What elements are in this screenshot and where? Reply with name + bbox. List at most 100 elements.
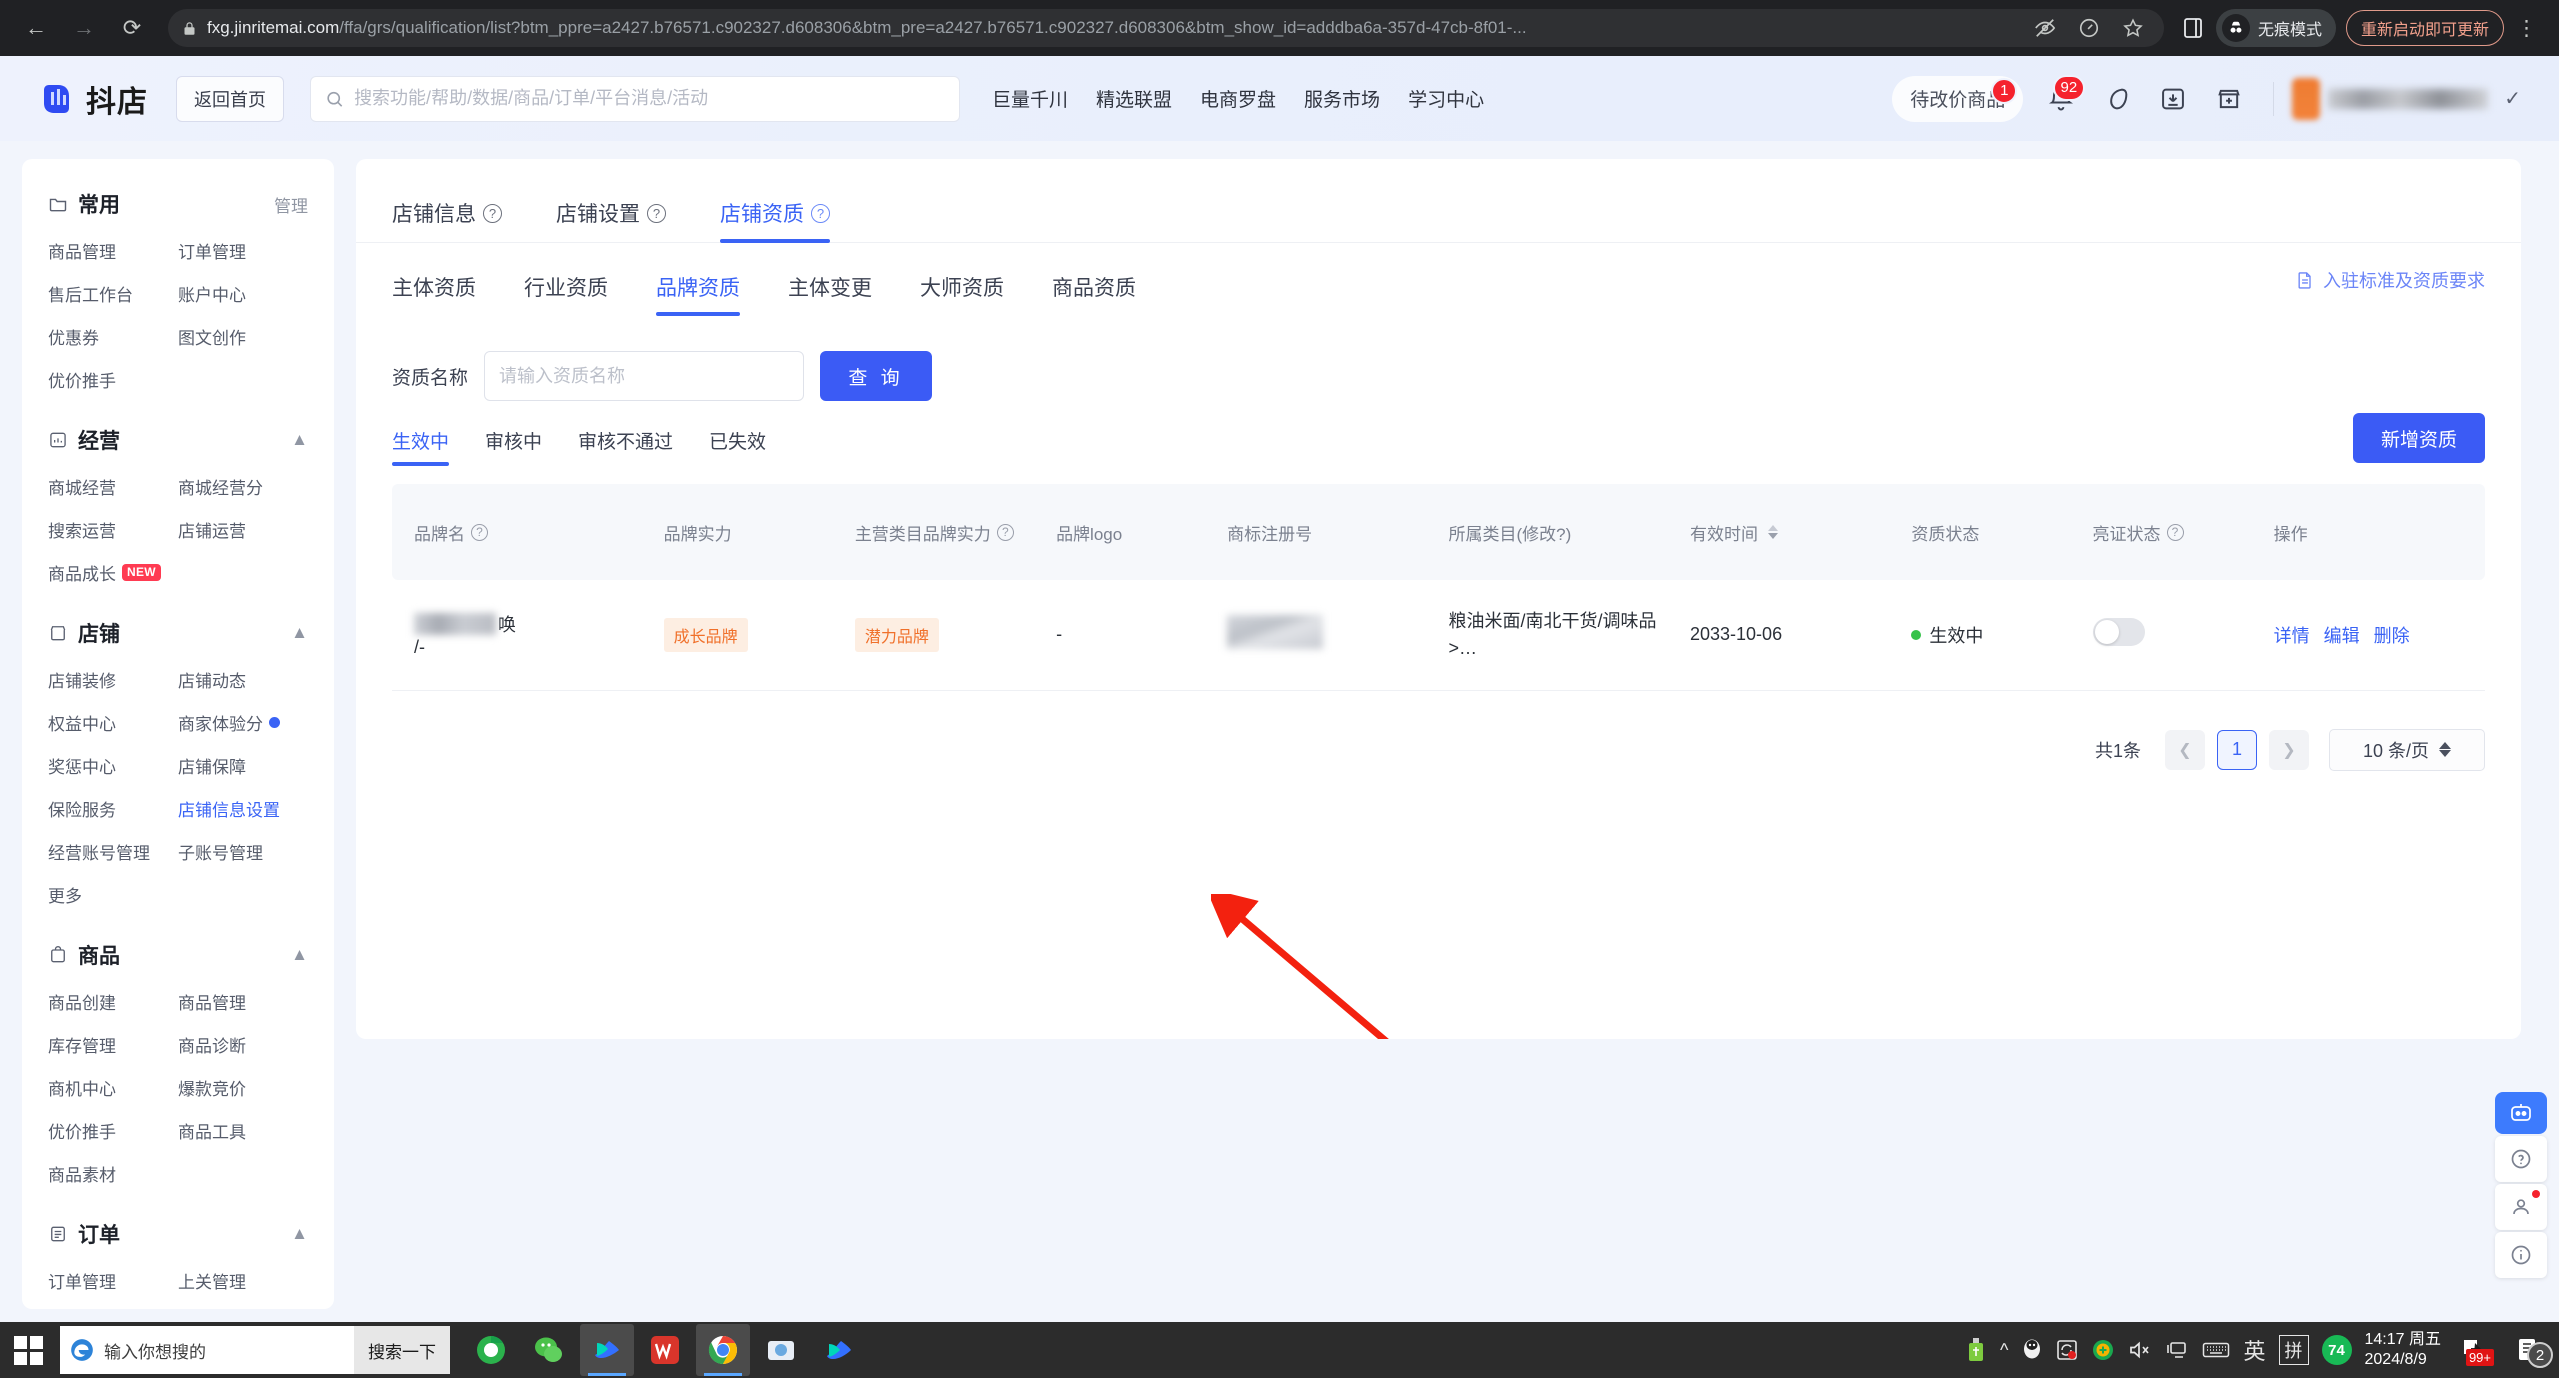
qualification-name-input[interactable] (484, 351, 805, 401)
sidebar-group-header-common[interactable]: 常用 管理 (22, 179, 334, 229)
taskbar-app-wechat[interactable] (522, 1324, 576, 1376)
taskbar-app-screenshot[interactable] (754, 1324, 808, 1376)
home-button[interactable]: 返回首页 (176, 75, 284, 122)
sidebar-item-product-growth[interactable]: 商品成长 NEW (48, 551, 178, 594)
avatar[interactable] (2292, 77, 2321, 120)
usb-drive-icon[interactable] (1965, 1337, 1987, 1363)
top-nav-item-4[interactable]: 学习中心 (1408, 85, 1484, 112)
sidebar-item-product-create[interactable]: 商品创建 (48, 980, 178, 1023)
forward-arrow-icon[interactable]: → (62, 6, 106, 50)
security-shield-icon[interactable] (2091, 1338, 2115, 1362)
sidebar-item-content-create[interactable]: 图文创作 (178, 315, 308, 358)
sidebar-item-coupon[interactable]: 优惠券 (48, 315, 178, 358)
notification-center-icon[interactable]: 99+ (2454, 1332, 2494, 1368)
address-bar[interactable]: fxg.jinritemai.com/ffa/grs/qualification… (168, 9, 2164, 47)
sidebar-item-ship-manage[interactable]: 上关管理 (178, 1259, 308, 1302)
incognito-indicator[interactable]: 无痕模式 (2215, 9, 2336, 47)
chevron-up-icon[interactable]: ▲ (291, 623, 308, 643)
account-name[interactable] (2328, 88, 2489, 109)
sidebar-item-price-promoter-2[interactable]: 优价推手 (48, 1109, 178, 1152)
sidebar-item-inventory[interactable]: 库存管理 (48, 1023, 178, 1066)
ime-mode-icon[interactable]: 拼 (2278, 1335, 2309, 1365)
taskbar-app-browser-green[interactable] (464, 1324, 518, 1376)
help-icon[interactable]: ? (483, 203, 502, 223)
tab-brand-qualification[interactable]: 品牌资质 (656, 272, 740, 318)
taskbar-search-button[interactable]: 搜索一下 (354, 1326, 450, 1374)
sidebar-item-opportunity-center[interactable]: 商机中心 (48, 1066, 178, 1109)
status-tab-expired[interactable]: 已失效 (709, 427, 766, 466)
sidebar-item-price-promoter[interactable]: 优价推手 (48, 358, 178, 401)
sidebar-item-aftersale[interactable]: 售后工作台 (48, 272, 178, 315)
sidebar-item-hot-bidding[interactable]: 爆款竞价 (178, 1066, 308, 1109)
taskbar-app-feishu-2[interactable] (812, 1324, 866, 1376)
sidebar-group-header-order[interactable]: 订单 ▲ (22, 1209, 334, 1259)
tab-master-qualification[interactable]: 大师资质 (920, 272, 1004, 318)
tab-industry-qualification[interactable]: 行业资质 (524, 272, 608, 318)
sidebar-item-shop-operation[interactable]: 店铺运营 (178, 508, 308, 551)
chevron-up-icon[interactable]: ▲ (291, 945, 308, 965)
status-tab-active[interactable]: 生效中 (392, 427, 450, 466)
sidebar-group-header-shop[interactable]: 店铺 ▲ (22, 608, 334, 658)
back-arrow-icon[interactable]: ← (14, 6, 58, 50)
add-qualification-button[interactable]: 新增资质 (2353, 413, 2485, 463)
taskbar-app-wps[interactable] (638, 1324, 692, 1376)
search-input[interactable] (354, 88, 945, 109)
clock[interactable]: 14:17 周五 2024/8/9 (2365, 1330, 2442, 1370)
sidebar-item-product-manage-2[interactable]: 商品管理 (178, 980, 308, 1023)
col-valid-time[interactable]: 有效时间 (1680, 484, 1902, 580)
cert-display-toggle[interactable] (2092, 618, 2145, 647)
top-nav-item-3[interactable]: 服务市场 (1304, 85, 1380, 112)
global-search[interactable] (310, 75, 960, 122)
download-icon[interactable] (2147, 73, 2199, 125)
display-settings-icon[interactable] (2165, 1339, 2189, 1361)
help-icon[interactable]: ? (647, 203, 666, 223)
taskbar-search[interactable]: 输入你想搜的 搜索一下 (60, 1326, 450, 1374)
sidebar-item-mall-operation[interactable]: 商城经营 (48, 465, 178, 508)
side-panel-icon[interactable] (2174, 9, 2212, 47)
chevron-right-icon[interactable]: ❯ (2269, 729, 2309, 770)
search-button[interactable]: 查 询 (820, 351, 933, 401)
volume-muted-icon[interactable] (2128, 1340, 2152, 1360)
sidebar-manage-link[interactable]: 管理 (274, 192, 308, 217)
show-hidden-icons-chevron[interactable]: ^ (2000, 1340, 2008, 1361)
feather-icon[interactable] (2091, 73, 2143, 125)
sidebar-item-sub-account-manage[interactable]: 子账号管理 (178, 830, 308, 873)
sidebar-item-product-tools[interactable]: 商品工具 (178, 1109, 308, 1152)
ime-language-icon[interactable]: 英 (2243, 1334, 2265, 1366)
tab-product-qualification[interactable]: 商品资质 (1052, 272, 1136, 318)
sidebar-item-account-center[interactable]: 账户中心 (178, 272, 308, 315)
sidebar-item-shop-decoration[interactable]: 店铺装修 (48, 658, 178, 701)
status-tab-rejected[interactable]: 审核不通过 (578, 427, 673, 466)
sidebar-item-biz-account-manage[interactable]: 经营账号管理 (48, 830, 178, 873)
help-icon[interactable]: ? (996, 523, 1014, 541)
entry-requirements-link[interactable]: 入驻标准及资质要求 (2295, 267, 2485, 293)
sidebar-item-product-materials[interactable]: 商品素材 (48, 1152, 178, 1195)
tab-shop-info[interactable]: 店铺信息 ? (392, 198, 502, 242)
sidebar-item-merchant-score[interactable]: 商家体验分 (178, 701, 308, 744)
sidebar-item-product-diagnosis[interactable]: 商品诊断 (178, 1023, 308, 1066)
taskbar-app-feishu[interactable] (580, 1324, 634, 1376)
sidebar-item-shop-dynamics[interactable]: 店铺动态 (178, 658, 308, 701)
tab-shop-settings[interactable]: 店铺设置 ? (556, 198, 666, 242)
info-circle-icon[interactable] (2495, 1232, 2547, 1278)
top-nav-item-2[interactable]: 电商罗盘 (1200, 85, 1276, 112)
performance-icon[interactable] (2072, 11, 2106, 45)
status-tab-reviewing[interactable]: 审核中 (485, 427, 542, 466)
help-icon[interactable]: ? (471, 523, 488, 541)
pending-price-items-button[interactable]: 待改价商品 1 (1892, 75, 2024, 122)
sidebar-group-header-goods[interactable]: 商品 ▲ (22, 930, 334, 980)
sort-icon[interactable] (1768, 525, 1778, 539)
detail-link[interactable]: 详情 (2274, 622, 2310, 648)
customer-service-icon[interactable] (2495, 1184, 2547, 1230)
help-circle-icon[interactable] (2495, 1136, 2547, 1182)
sidebar-item-product-manage[interactable]: 商品管理 (48, 229, 178, 272)
sidebar-item-penalty-center[interactable]: 奖惩中心 (48, 744, 178, 787)
sidebar-item-shop-guarantee[interactable]: 店铺保障 (178, 744, 308, 787)
sidebar-item-mall-operation-score[interactable]: 商城经营分 (178, 465, 308, 508)
tab-shop-qualification[interactable]: 店铺资质 ? (720, 198, 830, 243)
update-button[interactable]: 重新启动即可更新 (2345, 10, 2504, 46)
top-nav-item-1[interactable]: 精选联盟 (1096, 85, 1172, 112)
tab-entity-change[interactable]: 主体变更 (788, 272, 872, 318)
battery-icon[interactable]: 74 (2321, 1335, 2352, 1365)
taskbar-search-input[interactable]: 输入你想搜的 (104, 1338, 354, 1363)
